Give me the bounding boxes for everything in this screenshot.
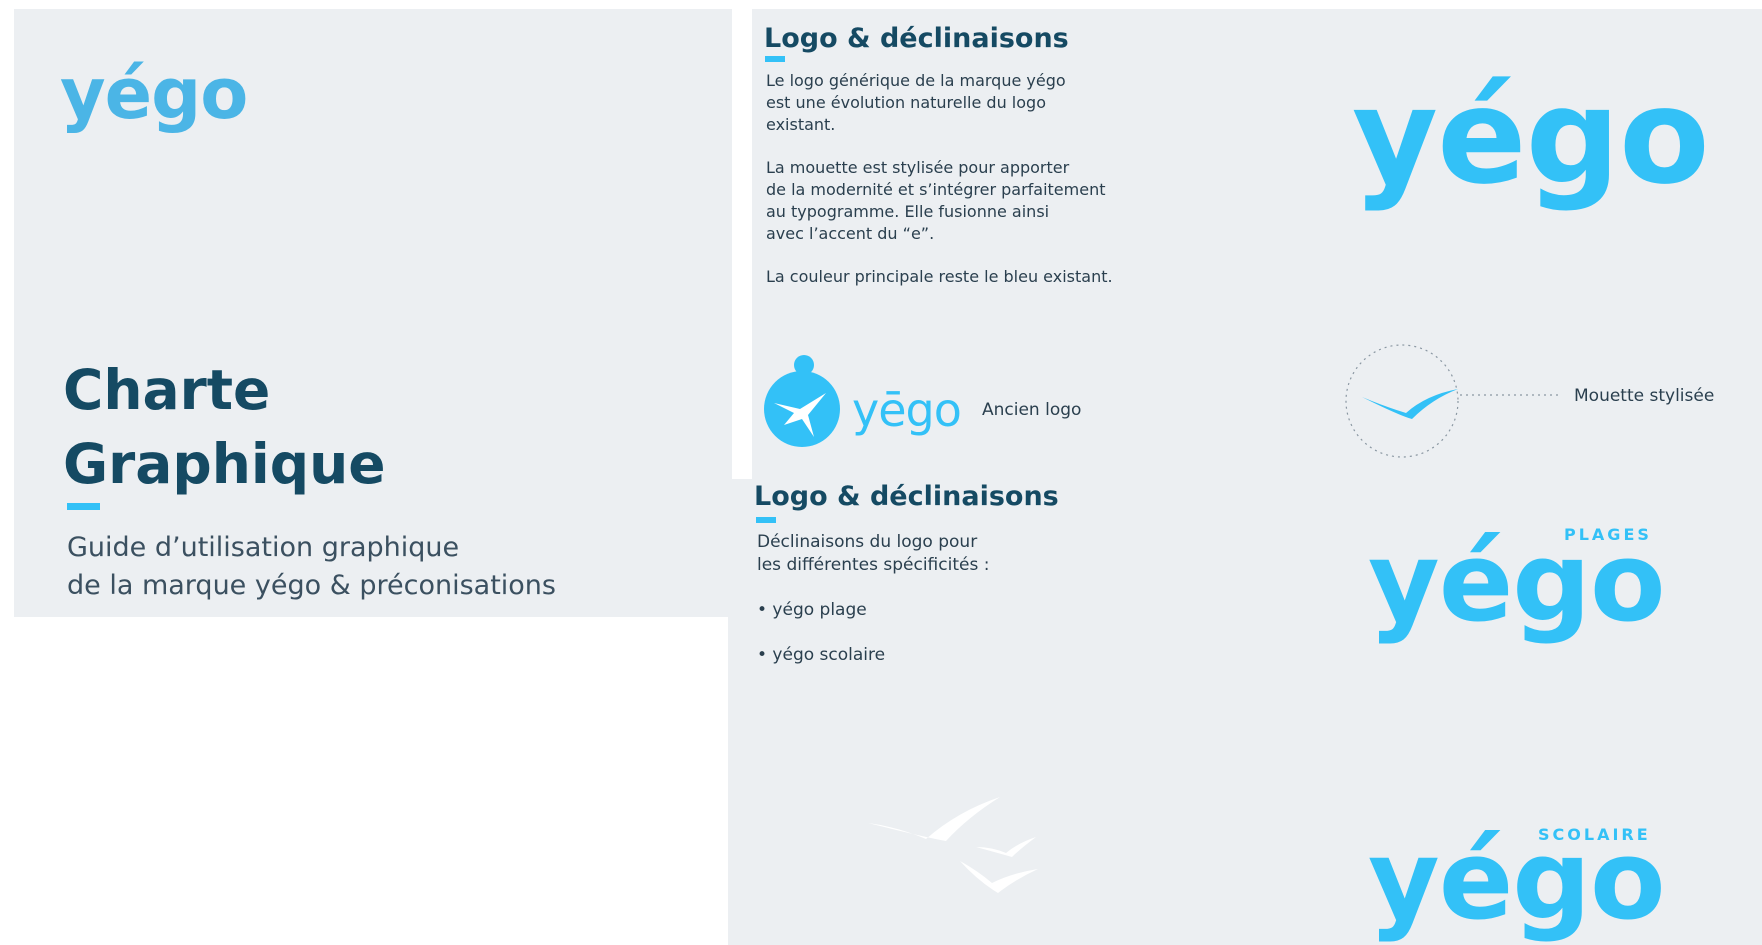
variants-section-heading: Logo & déclinaisons [754,481,1059,512]
cover-subtitle-line2: de la marque yégo & préconisations [67,570,556,601]
cover-subtitle: Guide d’utilisation graphique de la marq… [67,529,556,605]
cover-subtitle-line1: Guide d’utilisation graphique [67,532,460,563]
variants-intro: Déclinaisons du logo pour les différente… [757,532,990,575]
variant-list-item-scolaire: • yégo scolaire [757,645,886,665]
logo-page: Logo & déclinaisons Le logo générique de… [752,9,1762,479]
variant-list-item-plage: • yégo plage [757,600,867,620]
logo-section-accent-line [765,56,785,62]
cover-title-line1: Charte [63,358,271,422]
logo-paragraph-2: La mouette est stylisée pour apporter de… [766,158,1106,243]
cover-title-line2: Graphique [63,432,386,496]
cover-accent-line [67,503,100,510]
old-logo-mark-icon [764,355,840,447]
cover-title: Charte Graphique [63,353,386,501]
main-logo: yégo [1352,60,1710,214]
decorative-gulls-icon [868,797,1038,893]
gull-caption: Mouette stylisée [1574,386,1715,406]
variants-section-accent-line [756,517,776,523]
logo-section-heading: Logo & déclinaisons [764,23,1069,54]
variant-plages-logo: yégo [1368,518,1666,646]
old-logo-word: yēgo [852,383,962,437]
variant-scolaire-logo: yégo [1368,816,1666,944]
variants-page: Logo & déclinaisons Déclinaisons du logo… [728,479,1762,945]
cover-page: yégo Charte Graphique Guide d’utilisatio… [14,9,732,617]
cover-logo: yégo [60,53,248,135]
old-logo: yēgo [760,345,962,455]
logo-paragraph-1: Le logo générique de la marque yégo est … [766,71,1066,134]
old-logo-caption: Ancien logo [982,400,1082,420]
logo-paragraph-3: La couleur principale reste le bleu exis… [766,267,1113,286]
